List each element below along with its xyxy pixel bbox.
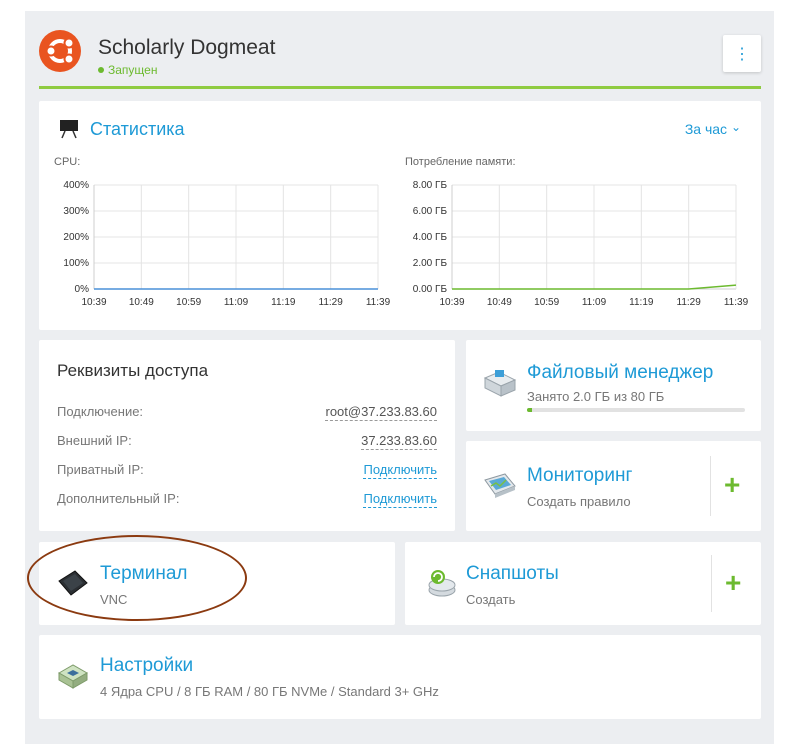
cpu-chart-ytick: 100% [63,258,89,269]
monitoring-icon [483,472,517,505]
memory-chart-xtick: 11:39 [724,297,749,308]
monitoring-title[interactable]: Мониторинг [527,465,632,487]
snapshots-separator [711,555,712,612]
status-dot [98,66,104,73]
cpu-chart-label: CPU: [54,156,81,168]
connection-value[interactable]: root@37.233.83.60 [325,404,437,421]
memory-chart-ytick: 2.00 ГБ [413,258,448,269]
settings-card[interactable]: Настройки 4 Ядра CPU / 8 ГБ RAM / 80 ГБ … [39,635,761,719]
create-snapshot-plus-icon[interactable]: + [725,569,741,597]
header-divider [39,86,761,89]
memory-chart-xtick: 10:49 [487,297,512,308]
terminal-subtitle: VNC [100,592,128,607]
memory-chart-xtick: 10:39 [439,297,464,308]
memory-chart-xtick: 11:19 [629,297,654,308]
statistics-title: Статистика [90,119,185,139]
storage-progress-fill [527,408,533,412]
ubuntu-logo-icon [39,30,81,72]
memory-chart-xtick: 10:59 [534,297,559,308]
memory-chart-ytick: 6.00 ГБ [413,206,448,217]
monitoring-separator [710,456,711,516]
memory-chart-ytick: 8.00 ГБ [413,180,448,191]
cpu-chart-xtick: 11:09 [224,297,249,308]
monitoring-card[interactable]: Мониторинг Создать правило + [466,441,761,531]
monitoring-subtitle: Создать правило [527,494,631,509]
storage-progress-bar [527,408,745,412]
memory-chart-label: Потребление памяти: [405,156,516,168]
additional-ip-label: Дополнительный IP: [57,491,180,506]
snapshots-card[interactable]: Снапшоты Создать + [405,542,761,625]
folder-icon [483,368,517,403]
cpu-chart-xtick: 11:39 [366,297,391,308]
external-ip-value[interactable]: 37.233.83.60 [361,433,437,450]
status-text: Запущен [108,63,158,77]
file-manager-title[interactable]: Файловый менеджер [527,362,713,384]
snapshot-icon [425,568,459,603]
cpu-chart: 400% 300% 200% 100% 0% 10:39 10:49 10:59 11:09 11… [63,180,391,308]
additional-ip-connect-link[interactable]: Подключить [363,491,437,508]
cpu-chart-xtick: 10:49 [129,297,154,308]
snapshots-subtitle: Создать [466,592,516,607]
cpu-chart-xtick: 11:19 [271,297,296,308]
server-name: Scholarly Dogmeat [98,36,276,59]
snapshots-title[interactable]: Снапшоты [466,563,559,585]
cpu-chart-ytick: 300% [63,206,89,217]
terminal-title[interactable]: Терминал [100,563,188,585]
kebab-menu-icon: ⋮ [734,45,750,63]
memory-chart-xtick: 11:09 [582,297,607,308]
memory-chart-ytick: 0.00 ГБ [413,284,448,295]
cpu-chart-ytick: 400% [63,180,89,191]
period-dropdown[interactable]: За час ⌄ [684,120,741,137]
cpu-chart-ytick: 200% [63,232,89,243]
settings-subtitle: 4 Ядра CPU / 8 ГБ RAM / 80 ГБ NVMe / Sta… [100,684,439,699]
add-rule-plus-icon[interactable]: + [724,471,740,499]
file-manager-usage: Занято 2.0 ГБ из 80 ГБ [527,389,665,404]
access-title: Реквизиты доступа [57,361,209,380]
terminal-icon [57,569,89,602]
access-card: Реквизиты доступа Подключение: root@37.2… [39,340,455,531]
memory-chart: 8.00 ГБ 6.00 ГБ 4.00 ГБ 2.00 ГБ 0.00 ГБ 10:39… [413,180,749,308]
chevron-down-icon: ⌄ [730,120,741,134]
cpu-chip-icon [57,661,89,696]
period-label: За час [684,121,728,137]
file-manager-card[interactable]: Файловый менеджер Занято 2.0 ГБ из 80 ГБ [466,340,761,431]
cpu-chart-xtick: 10:39 [81,297,106,308]
cpu-chart-ytick: 0% [75,284,90,295]
cpu-chart-xtick: 11:29 [319,297,344,308]
memory-chart-ytick: 4.00 ГБ [413,232,448,243]
terminal-card[interactable]: Терминал VNC [39,542,395,625]
private-ip-label: Приватный IP: [57,462,144,477]
status-badge: Запущен [98,63,157,77]
more-menu-button[interactable]: ⋮ [723,35,761,72]
cpu-chart-xtick: 10:59 [176,297,201,308]
memory-chart-xtick: 11:29 [677,297,702,308]
statistics-card: Статистика За час ⌄ CPU: Потребление пам… [39,101,761,330]
settings-title[interactable]: Настройки [100,655,193,677]
private-ip-connect-link[interactable]: Подключить [363,462,437,479]
connection-label: Подключение: [57,404,144,419]
server-header: Scholarly Dogmeat Запущен ⋮ [39,26,761,88]
external-ip-label: Внешний IP: [57,433,132,448]
chalkboard-icon [59,119,79,144]
